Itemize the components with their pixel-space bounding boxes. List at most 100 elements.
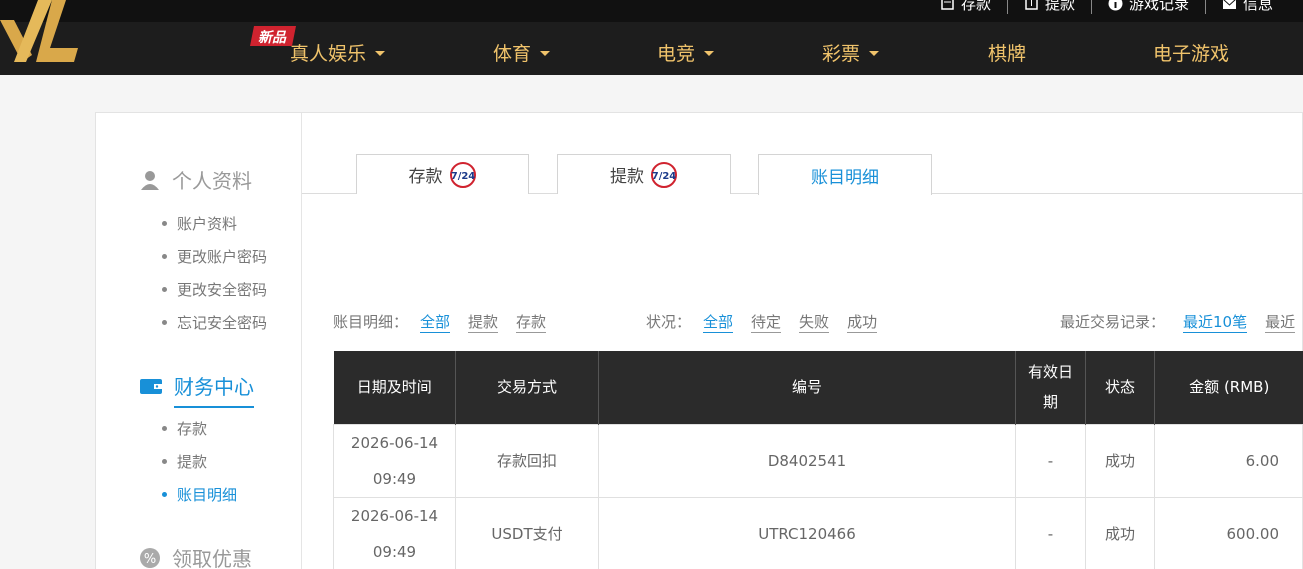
nav-label: 棋牌 — [988, 42, 1027, 65]
cell-valid: - — [1015, 423, 1086, 498]
svg-text:%: % — [144, 552, 156, 567]
withdraw-icon — [1025, 0, 1038, 10]
tab-statement[interactable]: 账目明细 — [758, 154, 932, 195]
sidebar-section-profile[interactable]: 个人资料 — [140, 165, 252, 194]
col-id: 编号 — [598, 351, 1016, 424]
sidebar-item-label: 账户资料 — [177, 215, 238, 233]
sidebar-item-change-password[interactable]: 更改账户密码 — [162, 246, 267, 267]
cell-datetime: 2026-06-14 09:49 — [333, 496, 456, 569]
col-valid-date: 有效日期 — [1015, 351, 1086, 424]
svg-text:7/24: 7/24 — [450, 171, 475, 182]
nav-sports[interactable]: 体育 — [493, 22, 551, 75]
sidebar-item-account-info[interactable]: 账户资料 — [162, 213, 237, 234]
top-link-withdraw[interactable]: 提款 — [1008, 0, 1092, 14]
nav-lottery[interactable]: 彩票 — [822, 22, 880, 75]
new-badge: 新品 — [250, 26, 296, 46]
sidebar-item-change-security-password[interactable]: 更改安全密码 — [162, 279, 267, 300]
section-title: 领取优惠 — [172, 547, 252, 569]
filter-status: 状况： 全部 待定 失败 成功 — [646, 311, 878, 333]
nav-live-casino[interactable]: 真人娱乐 — [290, 22, 386, 75]
sidebar-item-statement[interactable]: 账目明细 — [162, 484, 237, 505]
filter-label: 账目明细： — [333, 313, 409, 331]
caret-down-icon — [540, 51, 551, 56]
svg-text:7/24: 7/24 — [652, 171, 677, 182]
main-nav: 真人娱乐 体育 电竞 彩票 棋牌 电子游戏 — [0, 22, 1303, 75]
cell-time: 09:49 — [372, 469, 417, 488]
tab-deposit[interactable]: 存款 7/24 — [356, 154, 529, 194]
cell-date: 2026-06-14 — [350, 506, 439, 525]
cell-amount: 600.00 — [1154, 496, 1303, 569]
caret-down-icon — [704, 51, 715, 56]
top-link-label: 游戏记录 — [1128, 0, 1189, 13]
filter-recent: 最近交易记录： 最近10笔 最近 — [1060, 311, 1296, 333]
bullet — [162, 459, 167, 464]
sidebar-section-promotions[interactable]: % 领取优惠 — [140, 543, 252, 569]
sidebar: 个人资料 账户资料 更改账户密码 更改安全密码 忘记安全密码 财务中心 存款 提… — [96, 113, 302, 569]
table-row: 2026-06-14 09:49 USDT支付 UTRC120466 - 成功 6… — [333, 496, 1303, 569]
nav-label: 真人娱乐 — [290, 42, 367, 65]
tab-label: 账目明细 — [811, 167, 879, 188]
sidebar-item-withdraw[interactable]: 提款 — [162, 451, 207, 472]
top-link-deposit[interactable]: 存款 — [924, 0, 1008, 14]
nav-label: 电子游戏 — [1153, 42, 1230, 65]
cell-method: 存款回扣 — [455, 423, 599, 498]
content-area: 存款 7/24 提款 7/24 账目明细 账目明细： 全部 提款 存款 状况： … — [302, 113, 1303, 569]
top-link-label: 提款 — [1044, 0, 1075, 13]
cell-valid: - — [1015, 496, 1086, 569]
sidebar-section-finance[interactable]: 财务中心 — [140, 371, 254, 408]
sidebar-item-label: 提款 — [177, 453, 208, 471]
wallet-icon — [140, 378, 162, 394]
sidebar-item-forgot-security-password[interactable]: 忘记安全密码 — [162, 312, 267, 333]
filter-type-deposit[interactable]: 存款 — [516, 311, 547, 333]
sidebar-item-label: 存款 — [177, 420, 208, 438]
info-icon — [1108, 0, 1123, 10]
bullet — [162, 492, 167, 497]
col-amount: 金额 (RMB) — [1154, 351, 1303, 424]
sidebar-item-deposit[interactable]: 存款 — [162, 418, 207, 439]
cell-datetime: 2026-06-14 09:49 — [333, 423, 456, 498]
cell-status: 成功 — [1085, 496, 1155, 569]
top-link-label: 信息 — [1242, 0, 1273, 13]
filter-type: 账目明细： 全部 提款 存款 — [333, 311, 547, 333]
filter-type-all[interactable]: 全部 — [420, 311, 451, 333]
col-datetime: 日期及时间 — [333, 351, 456, 424]
filter-status-pending[interactable]: 待定 — [751, 311, 782, 333]
percent-icon: % — [140, 547, 160, 568]
nav-slots[interactable]: 电子游戏 — [1153, 22, 1229, 75]
nav-chess[interactable]: 棋牌 — [988, 22, 1026, 75]
filter-status-all[interactable]: 全部 — [703, 311, 734, 333]
new-badge-text: 新品 — [258, 29, 287, 46]
section-title: 个人资料 — [172, 169, 252, 193]
filter-recent-more[interactable]: 最近 — [1265, 311, 1296, 333]
filter-status-failed[interactable]: 失败 — [799, 311, 830, 333]
filter-recent-10[interactable]: 最近10笔 — [1183, 311, 1248, 333]
top-link-game-records[interactable]: 游戏记录 — [1092, 0, 1206, 14]
sidebar-item-label: 更改安全密码 — [177, 281, 268, 299]
col-method: 交易方式 — [455, 351, 599, 424]
top-links: 存款 提款 游戏记录 信息 — [924, 0, 1303, 14]
nav-esports[interactable]: 电竞 — [657, 22, 715, 75]
clock-24-icon: 7/24 — [449, 161, 476, 188]
bullet — [162, 221, 167, 226]
bullet — [162, 320, 167, 325]
bullet — [162, 426, 167, 431]
filter-type-withdraw[interactable]: 提款 — [468, 311, 499, 333]
caret-down-icon — [869, 51, 880, 56]
cell-method: USDT支付 — [455, 496, 599, 569]
card-icon — [941, 0, 954, 10]
col-status: 状态 — [1085, 351, 1155, 424]
active-underline — [174, 406, 254, 408]
user-icon — [141, 170, 159, 190]
filter-status-success[interactable]: 成功 — [847, 311, 878, 333]
top-link-messages[interactable]: 信息 — [1206, 0, 1303, 14]
tab-withdraw[interactable]: 提款 7/24 — [557, 154, 731, 194]
bullet — [162, 254, 167, 259]
sidebar-item-label: 忘记安全密码 — [177, 314, 268, 332]
mail-icon — [1222, 0, 1236, 9]
tab-label: 提款 — [610, 167, 644, 187]
top-link-label: 存款 — [960, 0, 991, 13]
table-header-row: 日期及时间 交易方式 编号 有效日期 状态 金额 (RMB) — [333, 351, 1303, 424]
section-title: 财务中心 — [174, 375, 254, 399]
transactions-table: 日期及时间 交易方式 编号 有效日期 状态 金额 (RMB) 2026-06-1… — [333, 351, 1303, 569]
filter-label: 最近交易记录： — [1060, 313, 1166, 331]
